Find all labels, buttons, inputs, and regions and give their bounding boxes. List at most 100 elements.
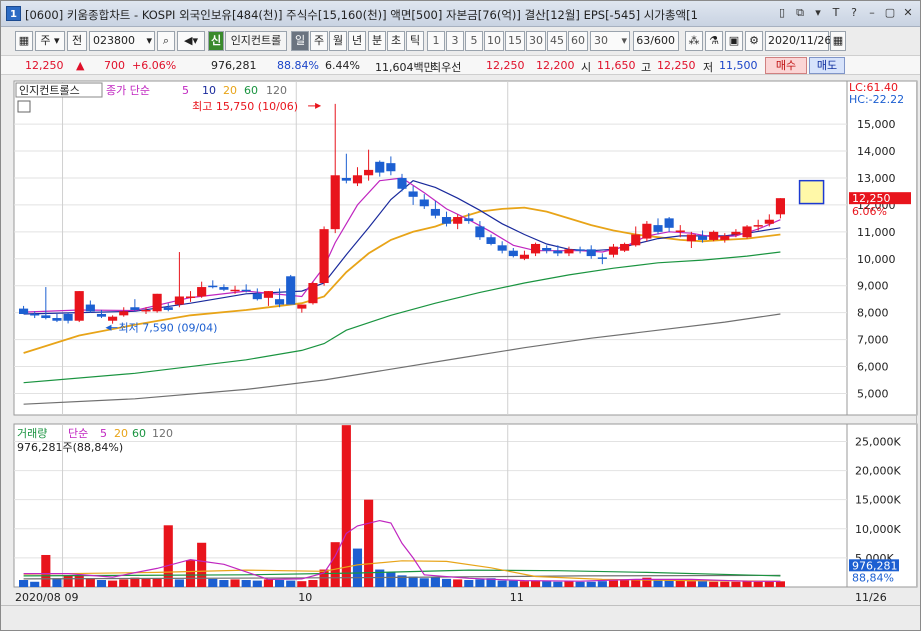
restore-layout-icon[interactable]: ▯ bbox=[774, 5, 790, 21]
volume-tick-label: 10,000K bbox=[855, 523, 901, 536]
interval-dropdown-icon: ▾ bbox=[621, 34, 627, 47]
stock-code-input[interactable]: 023800 ▾ bbox=[89, 31, 155, 51]
tab-period-year[interactable]: 년 bbox=[348, 31, 366, 51]
indicator-icon[interactable]: ⚗ bbox=[705, 31, 723, 51]
interval-5[interactable]: 5 bbox=[465, 31, 483, 51]
price-tick-label: 9,000 bbox=[857, 280, 889, 293]
volume-bar bbox=[453, 579, 463, 587]
volume-bar bbox=[297, 581, 307, 587]
candle-body bbox=[208, 285, 218, 288]
candle-body bbox=[141, 309, 151, 312]
interval-1[interactable]: 1 bbox=[427, 31, 445, 51]
volume-bar bbox=[141, 578, 151, 587]
volume-bar bbox=[286, 580, 296, 587]
sell-button[interactable]: 매도 bbox=[809, 57, 845, 74]
price-tick-label: 14,000 bbox=[857, 145, 896, 158]
price-tick-label: 13,000 bbox=[857, 172, 896, 185]
volume-bar bbox=[709, 581, 719, 587]
candle-body bbox=[675, 230, 685, 232]
candle-body bbox=[108, 316, 118, 321]
change-amount: 700 bbox=[104, 59, 125, 72]
interval-select[interactable]: 30 ▾ bbox=[590, 31, 630, 51]
candle-body bbox=[697, 235, 708, 240]
candle-body bbox=[508, 250, 518, 257]
layout-menu-icon[interactable]: ▦ bbox=[15, 31, 33, 51]
help-icon[interactable]: ? bbox=[846, 5, 862, 21]
ma-legend-period: 120 bbox=[266, 84, 287, 97]
minimize-icon[interactable]: – bbox=[864, 5, 880, 21]
market-mode-button[interactable]: 전 bbox=[67, 31, 87, 51]
open-label: 시 bbox=[581, 61, 592, 74]
candle-body bbox=[642, 223, 652, 239]
candle-body bbox=[319, 229, 329, 284]
maximize-icon[interactable]: ▢ bbox=[882, 5, 898, 21]
volume-bar bbox=[263, 579, 273, 587]
price-volume-chart[interactable]: 5,000 6,000 7,000 8,000 9,000 10,000 11,000 12,… bbox=[1, 77, 920, 605]
candle-body bbox=[341, 177, 351, 181]
x-tick-label: 11 bbox=[510, 591, 524, 604]
code-dropdown-icon[interactable]: ▾ bbox=[146, 32, 152, 50]
candle-body bbox=[764, 219, 774, 224]
interval-60[interactable]: 60 bbox=[568, 31, 588, 51]
stock-name: 인지컨트롤 bbox=[225, 31, 287, 51]
volume-summary: 976,281주(88,84%) bbox=[17, 441, 123, 454]
candle-body bbox=[419, 199, 429, 207]
save-icon[interactable]: ▣ bbox=[725, 31, 743, 51]
calendar-icon[interactable]: ▦ bbox=[830, 31, 846, 51]
window-buttons: ▯ ⧉ ▾ T ? – ▢ ✕ bbox=[774, 5, 916, 21]
change-percent: +6.06% bbox=[132, 59, 177, 72]
market-type-select[interactable]: 주 ▾ bbox=[35, 31, 65, 51]
candle-body bbox=[330, 175, 340, 230]
interval-10[interactable]: 10 bbox=[484, 31, 504, 51]
buy-button[interactable]: 매수 bbox=[765, 57, 807, 74]
date-field[interactable]: 2020/11/26 bbox=[765, 31, 831, 51]
tab-period-minute[interactable]: 분 bbox=[368, 31, 386, 51]
ma-legend-period: 60 bbox=[244, 84, 258, 97]
candle-body bbox=[52, 318, 62, 321]
copy-window-icon[interactable]: ⧉ bbox=[792, 5, 808, 21]
tab-period-day[interactable]: 일 bbox=[291, 31, 309, 51]
hc-label: HC:-22.22 bbox=[849, 93, 904, 106]
tab-period-tick[interactable]: 틱 bbox=[406, 31, 424, 51]
close-icon[interactable]: ✕ bbox=[900, 5, 916, 21]
volume-bar bbox=[753, 581, 763, 587]
search-icon[interactable]: ⌕ bbox=[157, 31, 175, 51]
candle-body bbox=[475, 226, 485, 238]
tab-period-second[interactable]: 초 bbox=[387, 31, 405, 51]
volume-pane bbox=[13, 423, 848, 588]
price-tick-label: 15,000 bbox=[857, 118, 896, 131]
candle-body bbox=[720, 235, 730, 240]
tab-period-month[interactable]: 월 bbox=[329, 31, 347, 51]
high-price: 12,250 bbox=[657, 59, 696, 72]
count-input[interactable]: 63/600 bbox=[633, 31, 679, 51]
sound-icon[interactable]: ◀▾ bbox=[177, 31, 205, 51]
volume-bar bbox=[631, 579, 641, 587]
candle-body bbox=[219, 287, 229, 290]
volume-bar bbox=[686, 581, 696, 587]
candle-body bbox=[152, 293, 162, 312]
interval-45[interactable]: 45 bbox=[547, 31, 567, 51]
candle-body bbox=[364, 169, 374, 176]
settings-gear-icon[interactable]: ⚙ bbox=[745, 31, 763, 51]
font-icon[interactable]: T bbox=[828, 5, 844, 21]
candle-body bbox=[252, 293, 262, 300]
volume-bar bbox=[152, 578, 162, 587]
volume-bar bbox=[85, 578, 95, 587]
chart-options-icon[interactable]: ⁂ bbox=[685, 31, 703, 51]
interval-30[interactable]: 30 bbox=[526, 31, 546, 51]
volume-bar bbox=[531, 580, 541, 587]
interval-15[interactable]: 15 bbox=[505, 31, 525, 51]
price-tick-label: 7,000 bbox=[857, 334, 889, 347]
next-candle-box bbox=[798, 179, 825, 205]
volume-bar bbox=[230, 579, 240, 587]
low-price: 11,500 bbox=[719, 59, 758, 72]
candle-body bbox=[241, 289, 251, 292]
volume-bar bbox=[575, 581, 585, 587]
interval-3[interactable]: 3 bbox=[446, 31, 464, 51]
candle-body bbox=[553, 250, 563, 254]
candle-body bbox=[74, 291, 84, 321]
x-tick-label: 10 bbox=[298, 591, 312, 604]
volume-bar bbox=[430, 577, 440, 587]
link-icon[interactable]: ▾ bbox=[810, 5, 826, 21]
tab-period-week[interactable]: 주 bbox=[310, 31, 328, 51]
